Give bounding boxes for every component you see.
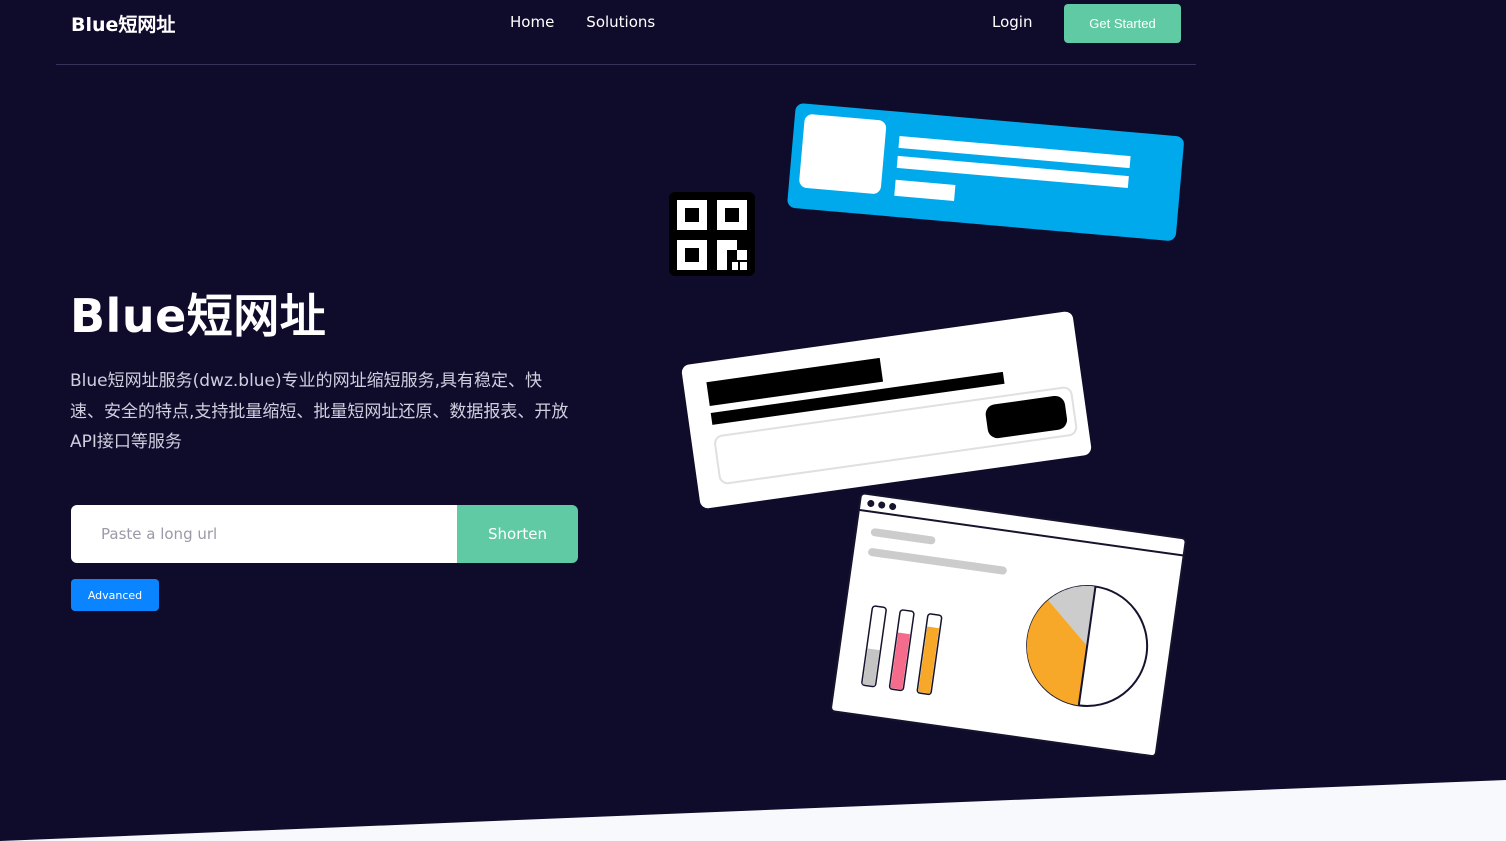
nav-link-solutions[interactable]: Solutions xyxy=(586,13,655,31)
advanced-button[interactable]: Advanced xyxy=(71,579,159,611)
top-navbar: Blue短网址 Home Solutions Login Get Started xyxy=(56,0,1196,65)
analytics-dashboard-illustration xyxy=(830,492,1187,758)
hero-title: Blue短网址 xyxy=(70,289,327,343)
get-started-button[interactable]: Get Started xyxy=(1064,4,1181,43)
hero-description: Blue短网址服务(dwz.blue)专业的网址缩短服务,具有稳定、快速、安全的… xyxy=(70,371,569,452)
long-url-input[interactable] xyxy=(71,505,457,563)
bottom-wave-divider xyxy=(0,780,1506,841)
nav-link-home[interactable]: Home xyxy=(510,13,554,31)
link-card-illustration xyxy=(787,103,1184,241)
shorten-button[interactable]: Shorten xyxy=(457,505,578,563)
hero-illustration xyxy=(669,103,1187,758)
nav-links: Home Solutions xyxy=(510,13,655,31)
login-link[interactable]: Login xyxy=(992,13,1032,31)
brand-logo[interactable]: Blue短网址 xyxy=(71,10,175,37)
shorten-form: Shorten xyxy=(71,505,578,563)
shorten-form-illustration xyxy=(681,311,1092,509)
qr-code-icon xyxy=(669,192,755,276)
